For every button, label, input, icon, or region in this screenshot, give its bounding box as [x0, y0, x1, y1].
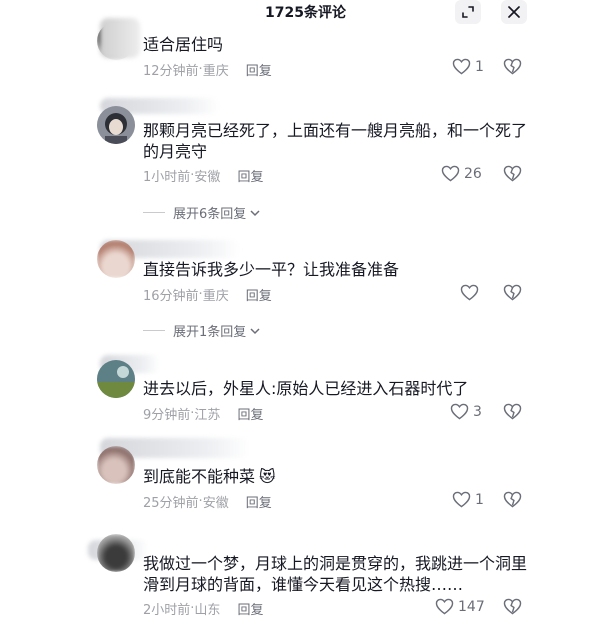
reply-button[interactable]: 回复 — [237, 599, 263, 618]
like-count: 147 — [458, 598, 485, 615]
like-button[interactable]: 1 — [452, 491, 484, 508]
dislike-button[interactable] — [503, 284, 522, 305]
like-button[interactable]: 26 — [441, 165, 482, 182]
comment-location: 山东 — [194, 603, 221, 618]
comment-text: 我做过一个梦，月球上的洞是贯穿的，我跳进一个洞里滑到月球的背面，谁懂今天看见这个… — [143, 554, 528, 594]
comment-text: 直接告诉我多少一平？让我准备准备 — [143, 260, 400, 279]
comment-text: 适合居住吗 — [143, 35, 224, 54]
broken-heart-icon — [503, 58, 522, 75]
comment-time: 2小时前 — [143, 603, 191, 618]
broken-heart-icon — [503, 165, 522, 182]
reply-button[interactable]: 回复 — [246, 285, 272, 304]
dislike-button[interactable] — [503, 403, 522, 424]
comment-text: 进去以后，外星人:原始人已经进入石器时代了 — [143, 379, 469, 398]
broken-heart-icon — [503, 284, 522, 301]
comment-text-content: 到底能不能种菜 — [143, 467, 256, 486]
comment-count-title: 1725条评论 — [265, 5, 346, 21]
like-count: 1 — [475, 58, 484, 75]
comment-location: 重庆 — [202, 289, 229, 304]
like-button[interactable]: 147 — [435, 598, 485, 615]
comment-meta: 12分钟前 · 重庆 回复 — [143, 60, 272, 79]
reply-button[interactable]: 回复 — [237, 166, 263, 185]
like-count: 1 — [475, 491, 484, 508]
like-button[interactable] — [460, 284, 483, 301]
comment-location: 安徽 — [202, 496, 229, 511]
expand-replies-label: 展开6条回复 — [173, 207, 247, 222]
heart-outline-icon — [452, 491, 471, 508]
comment-location: 江苏 — [194, 408, 221, 423]
avatar-image — [97, 106, 135, 144]
like-count: 3 — [473, 403, 482, 420]
emoji: 😻 — [259, 467, 276, 486]
reply-button[interactable]: 回复 — [237, 404, 263, 423]
avatar[interactable] — [97, 534, 135, 572]
comment-time: 9分钟前 — [143, 408, 191, 423]
comment-meta: 25分钟前 · 安徽 回复 — [143, 492, 272, 511]
like-button[interactable]: 1 — [452, 58, 484, 75]
comment-location: 重庆 — [202, 64, 229, 79]
comment-meta: 2小时前 · 山东 回复 — [143, 599, 263, 618]
reply-button[interactable]: 回复 — [246, 492, 272, 511]
heart-outline-icon — [460, 284, 479, 301]
close-icon — [508, 6, 520, 18]
expand-replies-button[interactable]: 展开6条回复 — [143, 203, 261, 222]
heart-outline-icon — [450, 403, 469, 420]
expand-replies-button[interactable]: 展开1条回复 — [143, 321, 261, 340]
comment-location: 安徽 — [194, 170, 221, 185]
avatar[interactable] — [97, 446, 135, 484]
comment-meta: 1小时前 · 安徽 回复 — [143, 166, 263, 185]
dislike-button[interactable] — [503, 598, 522, 619]
avatar[interactable] — [97, 106, 135, 144]
avatar[interactable] — [97, 360, 135, 398]
like-count: 26 — [464, 165, 482, 182]
avatar[interactable] — [97, 240, 135, 278]
dislike-button[interactable] — [503, 58, 522, 79]
reply-button[interactable]: 回复 — [246, 60, 272, 79]
chevron-down-icon — [250, 209, 260, 216]
broken-heart-icon — [503, 403, 522, 420]
comment-time: 25分钟前 — [143, 496, 199, 511]
heart-outline-icon — [441, 165, 460, 182]
avatar-image — [97, 360, 135, 398]
dislike-button[interactable] — [503, 165, 522, 186]
comment-time: 12分钟前 — [143, 64, 199, 79]
dislike-button[interactable] — [503, 491, 522, 512]
comment-text: 那颗月亮已经死了，上面还有一艘月亮船，和一个死了的月亮守 — [143, 121, 528, 161]
heart-outline-icon — [452, 58, 471, 75]
minimize-button[interactable] — [455, 0, 481, 24]
expand-divider — [143, 330, 165, 331]
close-button[interactable] — [501, 0, 527, 24]
blurred-username — [100, 18, 140, 58]
expand-divider — [143, 212, 165, 213]
comment-time: 1小时前 — [143, 170, 191, 185]
chevron-down-icon — [250, 327, 260, 334]
comment-text: 到底能不能种菜 😻 — [143, 466, 528, 487]
like-button[interactable]: 3 — [450, 403, 482, 420]
comment-meta: 16分钟前 · 重庆 回复 — [143, 285, 272, 304]
broken-heart-icon — [503, 491, 522, 508]
comment-meta: 9分钟前 · 江苏 回复 — [143, 404, 263, 423]
comment-time: 16分钟前 — [143, 289, 199, 304]
broken-heart-icon — [503, 598, 522, 615]
shrink-icon — [462, 6, 474, 18]
heart-outline-icon — [435, 598, 454, 615]
expand-replies-label: 展开1条回复 — [173, 325, 247, 340]
